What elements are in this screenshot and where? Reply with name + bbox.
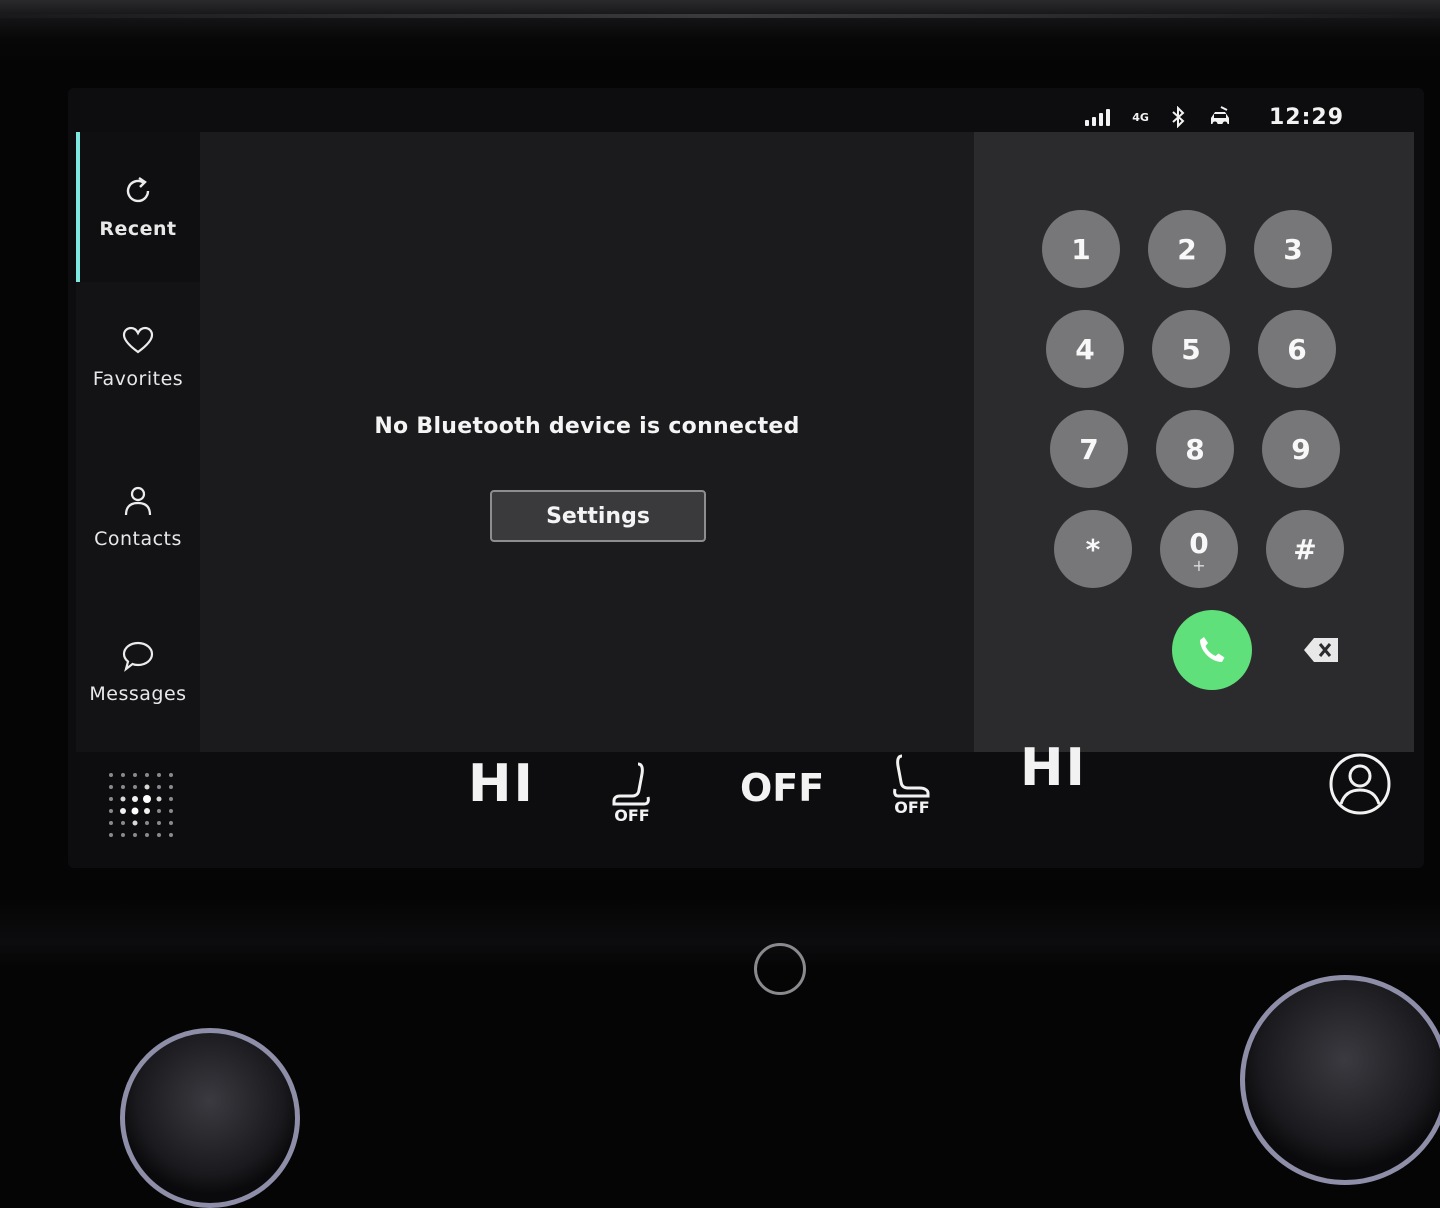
seat-icon: [612, 762, 650, 806]
dial-key-7[interactable]: 7: [1050, 410, 1128, 488]
dial-key-0[interactable]: 0 +: [1160, 510, 1238, 588]
dial-key-4[interactable]: 4: [1046, 310, 1124, 388]
app-launcher-icon[interactable]: [106, 770, 176, 840]
nav-label-favorites: Favorites: [92, 368, 184, 390]
call-button[interactable]: [1172, 610, 1252, 690]
bezel-top: [0, 0, 1440, 60]
recent-calls-panel: No Bluetooth device is connected Setting…: [200, 132, 974, 752]
climate-bar: HI OFF OFF OFF HI: [68, 738, 1424, 868]
dial-key-9[interactable]: 9: [1262, 410, 1340, 488]
left-climate-knob[interactable]: [120, 1028, 300, 1208]
dial-key-8[interactable]: 8: [1156, 410, 1234, 488]
dial-key-label: 7: [1079, 432, 1099, 466]
settings-button[interactable]: Settings: [490, 490, 706, 542]
no-device-message: No Bluetooth device is connected: [374, 414, 800, 439]
dial-key-label: 8: [1185, 432, 1205, 466]
phone-nav-rail: Recent Favorites Contacts Messages: [76, 132, 200, 752]
fan-speed[interactable]: OFF: [740, 766, 824, 810]
right-seat-heat-button[interactable]: OFF: [890, 752, 934, 817]
left-temperature[interactable]: HI: [468, 754, 535, 814]
bluetooth-icon: [1172, 106, 1185, 128]
home-button[interactable]: [754, 943, 806, 995]
nav-item-messages[interactable]: Messages: [76, 597, 200, 747]
right-temperature[interactable]: HI: [1020, 738, 1087, 798]
nav-item-recent[interactable]: Recent: [76, 132, 200, 282]
infotainment-screen: 4G 12:29 Recent Favorites Contacts Messa…: [68, 88, 1424, 868]
nav-label-recent: Recent: [99, 218, 177, 240]
dial-key-star[interactable]: *: [1054, 510, 1132, 588]
status-bar: 4G 12:29: [68, 88, 1424, 136]
refresh-icon: [126, 177, 150, 203]
dial-key-label: #: [1293, 532, 1317, 566]
chat-bubble-icon: [122, 641, 154, 672]
left-seat-heat-button[interactable]: OFF: [610, 760, 654, 825]
car-seat-status-icon: [1210, 106, 1229, 127]
dashboard-trim: [0, 905, 1440, 965]
network-type: 4G: [1132, 110, 1149, 124]
person-icon: [124, 486, 152, 516]
signal-strength-icon: [1085, 108, 1111, 126]
backspace-button[interactable]: [1298, 634, 1346, 666]
dial-key-label: 5: [1181, 332, 1201, 366]
dial-key-label: 9: [1291, 432, 1311, 466]
nav-label-contacts: Contacts: [94, 528, 182, 550]
right-climate-knob[interactable]: [1240, 975, 1440, 1185]
dial-pad: 1 2 3 4 5 6 7 8 9 * 0 + #: [974, 132, 1414, 752]
nav-item-contacts[interactable]: Contacts: [76, 442, 200, 592]
dial-key-3[interactable]: 3: [1254, 210, 1332, 288]
right-seat-heat-label: OFF: [894, 798, 930, 817]
seat-icon: [893, 754, 930, 798]
clock: 12:29: [1268, 104, 1344, 130]
dial-key-sublabel: +: [1192, 555, 1206, 575]
nav-label-messages: Messages: [89, 683, 187, 705]
dial-key-label: 3: [1283, 232, 1303, 266]
dial-key-2[interactable]: 2: [1148, 210, 1226, 288]
dial-key-label: 0: [1189, 526, 1209, 560]
bezel-trim: [0, 14, 1440, 18]
left-seat-heat-label: OFF: [614, 806, 650, 825]
dial-key-hash[interactable]: #: [1266, 510, 1344, 588]
dial-key-5[interactable]: 5: [1152, 310, 1230, 388]
backspace-icon: [1304, 638, 1338, 662]
dial-key-1[interactable]: 1: [1042, 210, 1120, 288]
dial-key-label: 1: [1071, 232, 1091, 266]
dial-key-label: 6: [1287, 332, 1307, 366]
user-profile-icon[interactable]: [1328, 752, 1392, 816]
nav-item-favorites[interactable]: Favorites: [76, 282, 200, 432]
dial-key-6[interactable]: 6: [1258, 310, 1336, 388]
phone-icon: [1200, 637, 1225, 662]
dial-key-label: 2: [1177, 232, 1197, 266]
dial-key-label: 4: [1075, 332, 1095, 366]
dial-key-label: *: [1085, 532, 1101, 566]
heart-icon: [122, 326, 154, 354]
